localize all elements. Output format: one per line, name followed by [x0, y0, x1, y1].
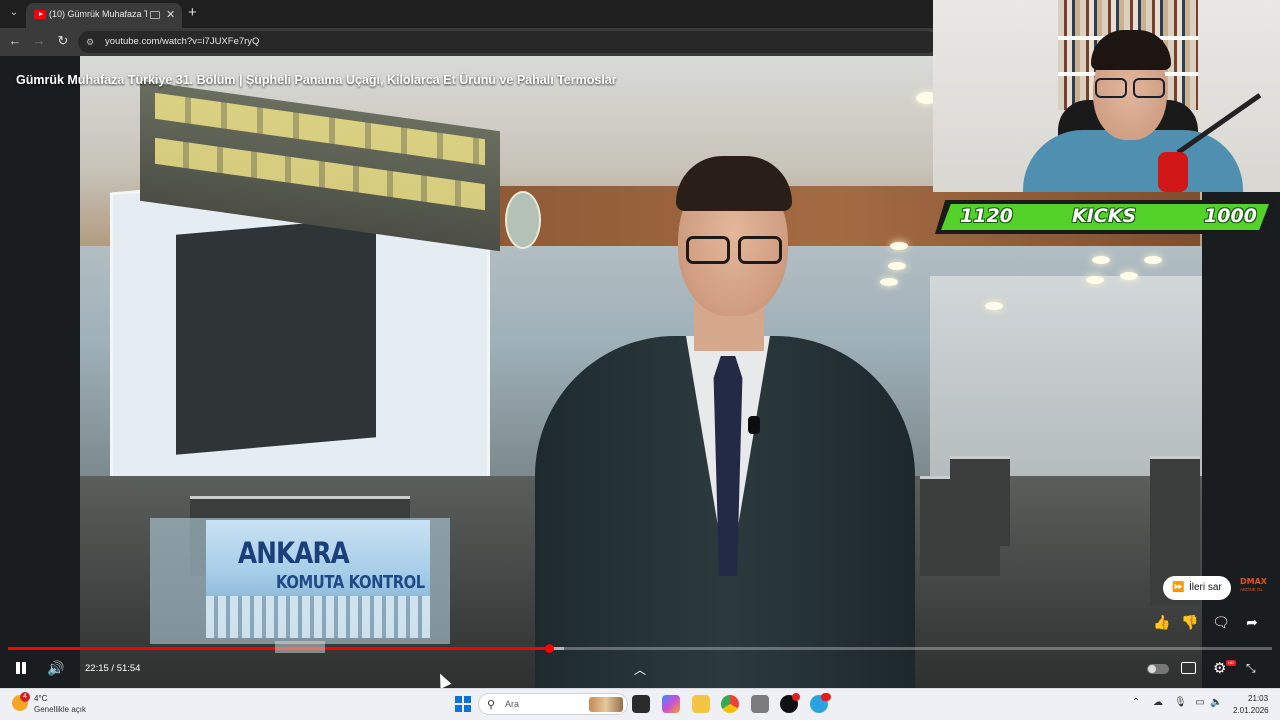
network-icon[interactable]: ▭ [1194, 697, 1206, 708]
pause-icon [16, 662, 20, 674]
ceiling-light [1092, 256, 1110, 264]
task-view-icon[interactable] [632, 695, 650, 713]
weather-temperature: 4°C [34, 694, 48, 703]
taskbar-search[interactable]: ⚲ Ara [478, 693, 628, 715]
site-info-icon[interactable]: ⚙ [86, 36, 98, 48]
exit-fullscreen-icon[interactable]: ⤡ [1246, 661, 1256, 676]
emblem-icon [505, 191, 541, 249]
browser-tab[interactable]: (10) Gümrük Muhafaza Türkiye ✕ [26, 3, 182, 28]
search-placeholder: Ara [505, 699, 520, 709]
like-icon[interactable]: 👍 [1153, 613, 1171, 631]
webcam-overlay [933, 0, 1280, 192]
volume-icon[interactable]: 🔊 [47, 660, 64, 677]
comments-icon[interactable]: 🗨 [1212, 613, 1230, 631]
youtube-icon [34, 10, 46, 19]
video-title[interactable]: Gümrük Muhafaza Türkiye 31. Bölüm | Şüph… [16, 73, 617, 87]
chevron-up-icon[interactable]: ⌃ [1130, 697, 1142, 708]
dislike-icon[interactable]: 👎 [1181, 613, 1199, 631]
scene-desk [950, 456, 1010, 546]
ceiling-light [880, 278, 898, 286]
lower-third-title: ANKARA [238, 536, 350, 570]
autoplay-toggle[interactable] [1147, 664, 1169, 674]
hd-badge: HD [1226, 660, 1236, 666]
settings-gear-icon[interactable]: ⚙ [1213, 659, 1226, 677]
onedrive-icon[interactable]: ☁ [1152, 697, 1164, 708]
chevron-up-icon[interactable]: ︿ [634, 661, 646, 678]
share-icon[interactable]: ➦ [1243, 613, 1261, 631]
weather-description: Genellikle açık [34, 705, 87, 714]
url-text: youtube.com/watch?v=i7JUXFe7ryQ [105, 36, 260, 47]
weather-widget[interactable]: 4 4°C Genellikle açık [12, 692, 112, 716]
chapter-marker [275, 641, 325, 653]
microphone-icon [1158, 152, 1188, 192]
ceiling-light [985, 302, 1003, 310]
ceiling-light [890, 242, 908, 250]
copilot-icon[interactable] [662, 695, 680, 713]
skip-forward-button[interactable]: ⏩ İleri sar [1163, 576, 1231, 600]
skip-forward-label: İleri sar [1189, 582, 1222, 593]
kick-label: KICKS [1072, 205, 1137, 227]
pause-button[interactable] [14, 661, 28, 675]
screen: ⌄ (10) Gümrük Muhafaza Türkiye ✕ + ← → ↻… [0, 0, 1280, 720]
channel-watermark-name: DMAX [1240, 577, 1267, 586]
chrome-icon[interactable] [721, 695, 739, 713]
ceiling-light [1144, 256, 1162, 264]
ceiling-light [1120, 272, 1138, 280]
notification-badge: 4 [20, 692, 30, 702]
presenter-glasses [682, 236, 786, 264]
obs-badge [792, 693, 800, 701]
clock-date[interactable]: 2.01.2026 [1233, 706, 1269, 715]
fast-forward-icon: ⏩ [1172, 582, 1185, 593]
search-highlight-icon [589, 697, 623, 712]
channel-watermark[interactable]: DMAX ABONE OL [1240, 577, 1272, 595]
lapel-mic-icon [748, 416, 760, 434]
tab-title: (10) Gümrük Muhafaza Türkiye [49, 9, 147, 19]
new-tab-icon[interactable]: + [188, 4, 197, 21]
channel-watermark-subscribe: ABONE OL [1240, 587, 1264, 592]
pause-icon [22, 662, 26, 674]
subtitles-icon[interactable] [1181, 662, 1196, 674]
forward-icon[interactable]: → [31, 33, 47, 48]
kick-count-left: 1120 [960, 205, 1013, 227]
scene-screen-display [176, 217, 376, 455]
file-explorer-icon[interactable] [692, 695, 710, 713]
lower-third-bridge-image [206, 596, 430, 638]
time-display: 22:15 / 51:54 [85, 663, 141, 674]
cast-icon[interactable] [150, 11, 160, 19]
ceiling-light [888, 262, 906, 270]
lower-third-subtitle: KOMUTA KONTROL [276, 572, 425, 593]
clock-time[interactable]: 21:03 [1248, 694, 1268, 703]
close-icon[interactable]: ✕ [166, 8, 175, 21]
address-bar[interactable]: ⚙ youtube.com/watch?v=i7JUXFe7ryQ [78, 31, 938, 53]
back-icon[interactable]: ← [7, 33, 23, 48]
kick-count-right: 1000 [1204, 205, 1257, 227]
ceiling-light [1086, 276, 1104, 284]
search-icon: ⚲ [487, 699, 496, 711]
streamer-glasses [1093, 78, 1167, 98]
speaker-icon[interactable]: 🔈 [1210, 697, 1222, 708]
telegram-badge [821, 693, 831, 701]
mic-tray-icon[interactable]: 🎙 [1174, 697, 1187, 708]
snipping-tool-icon[interactable] [751, 695, 769, 713]
windows-start-icon[interactable] [455, 696, 471, 712]
reload-icon[interactable]: ↻ [55, 33, 71, 49]
tab-list-icon[interactable]: ⌄ [6, 5, 22, 21]
